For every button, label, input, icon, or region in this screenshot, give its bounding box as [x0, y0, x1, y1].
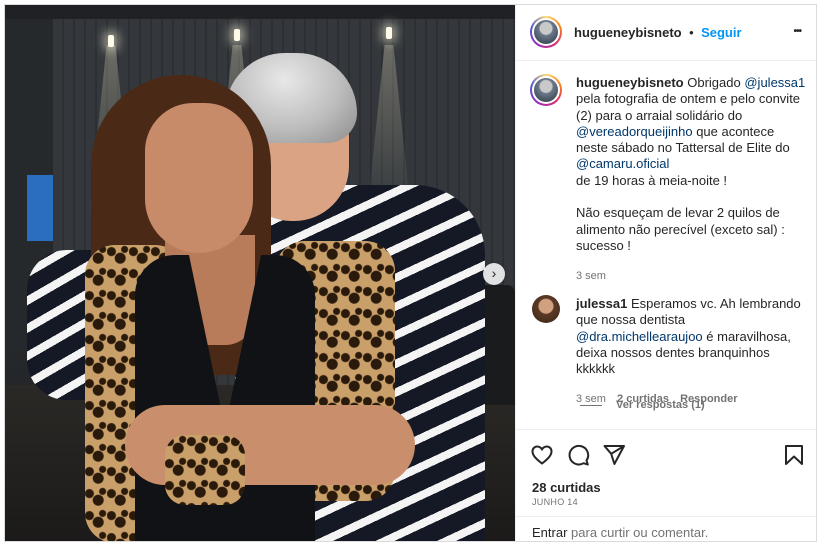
author-username[interactable]: hugueneybisneto	[574, 25, 682, 40]
ceiling-lamp	[386, 27, 392, 39]
likes-count[interactable]: 28 curtidas	[532, 480, 601, 495]
comment-author[interactable]: julessa1	[576, 296, 627, 311]
login-link[interactable]: Entrar	[532, 525, 567, 540]
woman-face	[145, 103, 253, 253]
caption-text: de 19 horas à meia-noite !	[576, 172, 728, 188]
caption-text: pela fotografia de ontem e pelo convite …	[576, 91, 801, 123]
ceiling-lamp	[108, 35, 114, 47]
follow-button[interactable]: Seguir	[701, 25, 741, 40]
login-prompt-text: Entrar para curtir ou comentar.	[532, 525, 708, 540]
commenter-avatar[interactable]	[532, 295, 560, 323]
more-options-icon[interactable]: •••	[793, 26, 801, 37]
caption-author[interactable]: hugueneybisneto	[576, 75, 684, 90]
avatar-image	[534, 78, 558, 102]
post-sidebar: hugueneybisneto • Seguir ••• hugueneybis…	[515, 5, 816, 541]
login-text: para curtir ou comentar.	[571, 525, 709, 540]
avatar-image	[534, 20, 558, 44]
mention-link[interactable]: @julessa1	[744, 75, 805, 90]
caption-author-avatar[interactable]	[530, 74, 562, 106]
post-caption: hugueneybisneto Obrigado @julessa1 pela …	[576, 75, 806, 285]
post-header: hugueneybisneto • Seguir •••	[516, 5, 816, 61]
photo-blue-screen	[27, 175, 53, 241]
post-actions: 28 curtidas JUNHO 14 Entrar para curtir …	[516, 429, 816, 541]
mention-link[interactable]: @camaru.oficial	[576, 156, 669, 171]
header-text: hugueneybisneto • Seguir	[574, 24, 742, 42]
caption-text: Não esqueçam de levar 2 quilos de alimen…	[576, 205, 785, 253]
view-replies-button[interactable]: Ver respostas (1)	[580, 399, 705, 411]
author-avatar[interactable]	[530, 16, 562, 48]
ceiling-lamp	[234, 29, 240, 41]
login-prompt: Entrar para curtir ou comentar.	[516, 516, 816, 541]
post-photo[interactable]: ›	[5, 5, 515, 541]
leopard-sleeve	[165, 435, 245, 505]
bookmark-icon[interactable]	[782, 443, 806, 467]
caption-text: Obrigado	[687, 75, 741, 90]
comment-icon[interactable]	[566, 443, 590, 467]
comment: julessa1 Esperamos vc. Ah lembrando que …	[576, 296, 811, 408]
photo-ceiling	[5, 5, 515, 19]
mention-link[interactable]: @vereadorqueijinho	[576, 124, 693, 139]
post-date: JUNHO 14	[532, 497, 578, 507]
instagram-post: › hugueneybisneto • Seguir ••• hugueneyb…	[4, 4, 817, 542]
separator-dot: •	[689, 25, 694, 40]
mention-link[interactable]: @dra.michellearaujoo	[576, 329, 703, 344]
heart-icon[interactable]	[530, 443, 554, 467]
caption-time[interactable]: 3 sem	[576, 268, 806, 284]
send-icon[interactable]	[602, 443, 626, 467]
next-photo-button[interactable]: ›	[483, 263, 505, 285]
